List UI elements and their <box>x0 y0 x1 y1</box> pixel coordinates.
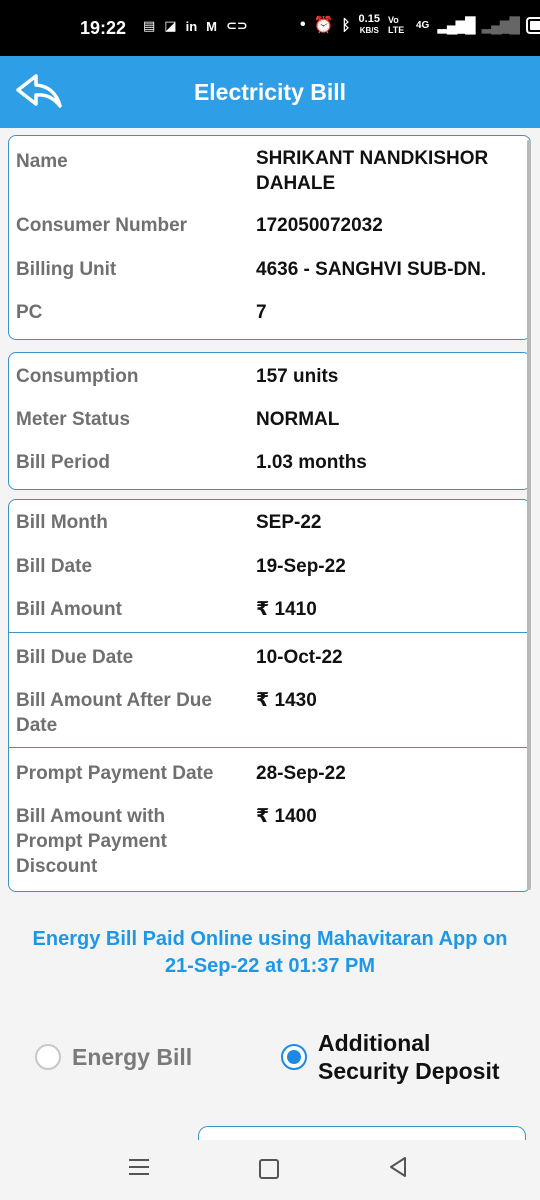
after-due-label: Bill Amount After Due Date <box>16 688 246 738</box>
net-speed: 0.15 KB/S <box>359 14 380 36</box>
consumption-value: 157 units <box>256 366 339 387</box>
scrollbar[interactable] <box>527 140 531 890</box>
network-label: 4G <box>415 19 430 31</box>
security-deposit-radio[interactable] <box>281 1044 307 1070</box>
volte-label: Vo LTE <box>387 15 405 35</box>
status-time: 19:22 <box>80 18 127 38</box>
nav-back-icon[interactable] <box>388 1156 408 1178</box>
payment-notice: Energy Bill Paid Online using Mahavitara… <box>0 926 540 980</box>
notification-icons: ▤ ◪ in M ⊂⊃ <box>143 18 248 34</box>
payment-notice-line2: 21-Sep-22 at 01:37 PM <box>164 955 376 977</box>
after-due-label-line2: Date <box>16 715 58 736</box>
consumer-number-value: 172050072032 <box>256 215 383 236</box>
bill-month-value: SEP-22 <box>256 512 322 533</box>
payment-type-radio-group: Energy Bill Additional Security Deposit <box>0 1028 540 1098</box>
bill-date-label: Bill Date <box>16 556 93 577</box>
linkedin-icon: in <box>185 18 198 34</box>
usage-card: Consumption 157 units Meter Status NORMA… <box>8 352 531 490</box>
bill-month-label: Bill Month <box>16 512 108 533</box>
prompt-amount-value: ₹ 1400 <box>256 806 317 827</box>
net-speed-unit: KB/S <box>359 26 379 35</box>
prompt-amount-label: Bill Amount with Prompt Payment Discount <box>16 804 246 879</box>
billing-unit-label: Billing Unit <box>16 259 117 280</box>
bill-amount-value: ₹ 1410 <box>256 599 317 620</box>
status-bar: 19:22 ▤ ◪ in M ⊂⊃ • ⏰ ᛒ 0.15 KB/S Vo LTE… <box>0 0 540 56</box>
due-date-label: Bill Due Date <box>16 647 134 668</box>
meter-status-value: NORMAL <box>256 409 340 430</box>
system-icons: • ⏰ ᛒ 0.15 KB/S Vo LTE 4G ▂▄▆█ ▂▄▆█ <box>300 14 540 36</box>
security-deposit-label-line2: Security Deposit <box>318 1058 500 1084</box>
back-arrow-icon[interactable] <box>14 70 64 114</box>
bluetooth-icon: ᛒ <box>341 16 351 34</box>
name-value-line1: SHRIKANT NANDKISHOR <box>256 148 489 169</box>
name-label: Name <box>16 151 68 172</box>
signal-icon: ▂▄▆█ <box>437 17 475 34</box>
app-bar: Electricity Bill <box>0 56 540 128</box>
link-icon: ⊂⊃ <box>226 18 248 33</box>
recents-menu-icon[interactable] <box>129 1159 149 1180</box>
billing-unit-value: 4636 - SANGHVI SUB-DN. <box>256 259 487 280</box>
due-date-value: 10-Oct-22 <box>256 647 343 668</box>
prompt-date-label: Prompt Payment Date <box>16 763 214 784</box>
security-deposit-label-line1: Additional <box>318 1030 431 1056</box>
gmail-icon: M <box>206 18 217 34</box>
pc-value: 7 <box>256 302 267 323</box>
home-icon[interactable] <box>259 1159 279 1179</box>
page-title: Electricity Bill <box>193 79 347 105</box>
security-deposit-label[interactable]: Additional Security Deposit <box>318 1029 500 1085</box>
prompt-amount-label-line2: Prompt Payment <box>16 831 167 852</box>
alarm-icon: ⏰ <box>313 17 334 34</box>
signal-2-icon: ▂▄▆█ <box>481 17 520 34</box>
prompt-date-value: 28-Sep-22 <box>256 763 346 784</box>
meter-status-label: Meter Status <box>16 409 131 430</box>
payment-notice-line1: Energy Bill Paid Online using Mahavitara… <box>32 928 508 950</box>
stocks-icon: ◪ <box>164 18 177 33</box>
after-due-label-line1: Bill Amount After Due <box>16 690 212 711</box>
prompt-amount-label-line1: Bill Amount with <box>16 806 166 827</box>
bill-amount-label: Bill Amount <box>16 599 122 620</box>
dot-icon: • <box>300 16 306 33</box>
bill-card: Bill Month SEP-22 Bill Date 19-Sep-22 Bi… <box>8 499 531 892</box>
system-nav-bar <box>0 1140 540 1200</box>
net-speed-value: 0.15 <box>358 13 380 25</box>
bill-period-value: 1.03 months <box>256 452 367 473</box>
bill-date-value: 19-Sep-22 <box>256 556 346 577</box>
battery-icon <box>525 16 540 34</box>
prompt-amount-label-line3: Discount <box>16 856 98 877</box>
energy-bill-label[interactable]: Energy Bill <box>72 1043 192 1071</box>
name-value: SHRIKANT NANDKISHOR DAHALE <box>256 146 526 196</box>
news-icon: ▤ <box>143 18 156 33</box>
divider <box>9 632 530 633</box>
consumption-label: Consumption <box>16 366 139 387</box>
name-value-line2: DAHALE <box>256 173 336 194</box>
bill-period-label: Bill Period <box>16 452 110 473</box>
energy-bill-radio[interactable] <box>35 1044 61 1070</box>
after-due-value: ₹ 1430 <box>256 690 317 711</box>
consumer-number-label: Consumer Number <box>16 215 188 236</box>
divider <box>9 747 530 748</box>
pc-label: PC <box>16 302 43 323</box>
consumer-card: Name SHRIKANT NANDKISHOR DAHALE Consumer… <box>8 135 531 340</box>
